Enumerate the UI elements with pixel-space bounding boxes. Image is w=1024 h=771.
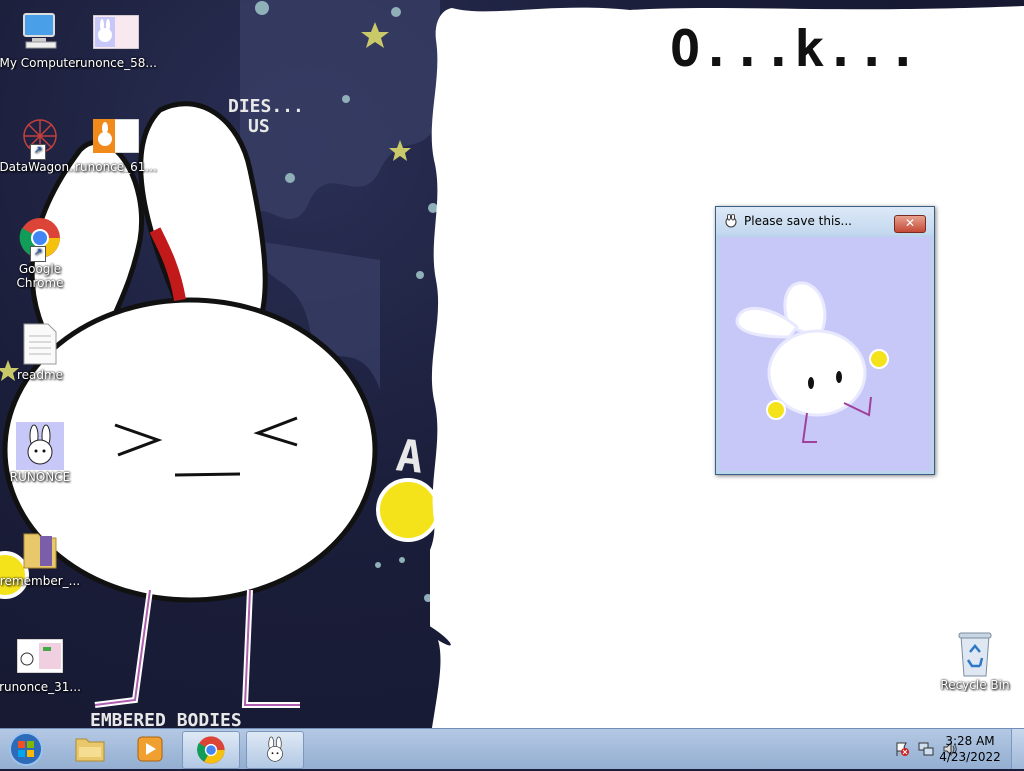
- desktop-icon-label: runonce_61...: [75, 160, 157, 174]
- clock-date: 4/23/2022: [939, 750, 1001, 764]
- clock-time: 3:28 AM: [945, 734, 995, 748]
- bunny-illustration: [735, 281, 889, 443]
- desktop-icon-runonce-61[interactable]: runonce_61...: [74, 112, 158, 174]
- folder-icon: [75, 738, 105, 762]
- desktop-icon-datawagon[interactable]: ↗ DataWagon...: [0, 112, 82, 174]
- datawagon-shortcut-icon: ↗: [16, 112, 64, 160]
- desktop-icon-label: My Computer: [0, 56, 81, 70]
- speech-text: O...k...: [670, 20, 919, 78]
- show-desktop-button[interactable]: [1011, 729, 1024, 769]
- chrome-icon: ↗: [16, 214, 64, 262]
- desktop-icon-remember[interactable]: remember_...: [0, 526, 82, 588]
- text-file-icon: [16, 320, 64, 368]
- computer-icon: [16, 8, 64, 56]
- desktop-icon-google-chrome[interactable]: ↗ Google Chrome: [0, 214, 82, 290]
- windows-start-icon: [9, 732, 43, 766]
- image-thumbnail-icon: [92, 112, 140, 160]
- image-thumbnail-icon: [16, 632, 64, 680]
- clock[interactable]: 3:28 AM 4/23/2022: [938, 733, 1002, 765]
- popup-title: Please save this...: [744, 214, 852, 228]
- desktop-icon-label: readme: [16, 368, 64, 382]
- desktop-icon-runonce-58[interactable]: runonce_58...: [74, 8, 158, 70]
- desktop[interactable]: DIES... US A EMBERED BODIES O...k... My …: [0, 0, 1024, 728]
- taskbar-runonce-button[interactable]: [246, 731, 304, 769]
- folder-icon: [16, 526, 64, 574]
- desktop-icon-runonce-31[interactable]: runonce_31...: [0, 632, 82, 694]
- action-center-flag-icon[interactable]: [894, 741, 910, 757]
- popup-window[interactable]: Please save this... ✕: [715, 206, 935, 475]
- desktop-icon-recycle-bin[interactable]: Recycle Bin: [933, 630, 1017, 692]
- taskbar-chrome-button[interactable]: [182, 731, 240, 769]
- network-icon[interactable]: [918, 741, 934, 757]
- desktop-icon-label: DataWagon...: [0, 160, 81, 174]
- taskbar-media-player-button[interactable]: [122, 731, 178, 767]
- desktop-icon-label: Recycle Bin: [940, 678, 1010, 692]
- app-icon: [725, 214, 737, 228]
- popup-image: [719, 237, 931, 471]
- close-button[interactable]: ✕: [894, 215, 926, 233]
- svg-text:DIES...: DIES...: [228, 96, 304, 117]
- desktop-icon-label: remember_...: [0, 574, 81, 588]
- desktop-icon-label: runonce_58...: [75, 56, 157, 70]
- start-button[interactable]: [4, 731, 48, 767]
- desktop-icon-label: RUNONCE: [9, 470, 71, 484]
- svg-text:A: A: [394, 430, 426, 483]
- desktop-icon-label: runonce_31...: [0, 680, 81, 694]
- recycle-bin-icon: [951, 630, 999, 678]
- runonce-app-icon: [16, 422, 64, 470]
- chrome-icon: [197, 736, 225, 764]
- desktop-icon-label: Google Chrome: [16, 262, 64, 290]
- svg-text:EMBERED BODIES: EMBERED BODIES: [90, 710, 242, 728]
- media-player-icon: [137, 736, 163, 762]
- taskbar: 3:28 AM 4/23/2022: [0, 728, 1024, 769]
- svg-text:US: US: [248, 116, 270, 137]
- taskbar-explorer-button[interactable]: [62, 731, 118, 767]
- runonce-app-icon: [267, 736, 283, 762]
- desktop-icon-runonce[interactable]: RUNONCE: [0, 422, 82, 484]
- image-thumbnail-icon: [92, 8, 140, 56]
- desktop-icon-my-computer[interactable]: My Computer: [0, 8, 82, 70]
- desktop-icon-readme[interactable]: readme: [0, 320, 82, 382]
